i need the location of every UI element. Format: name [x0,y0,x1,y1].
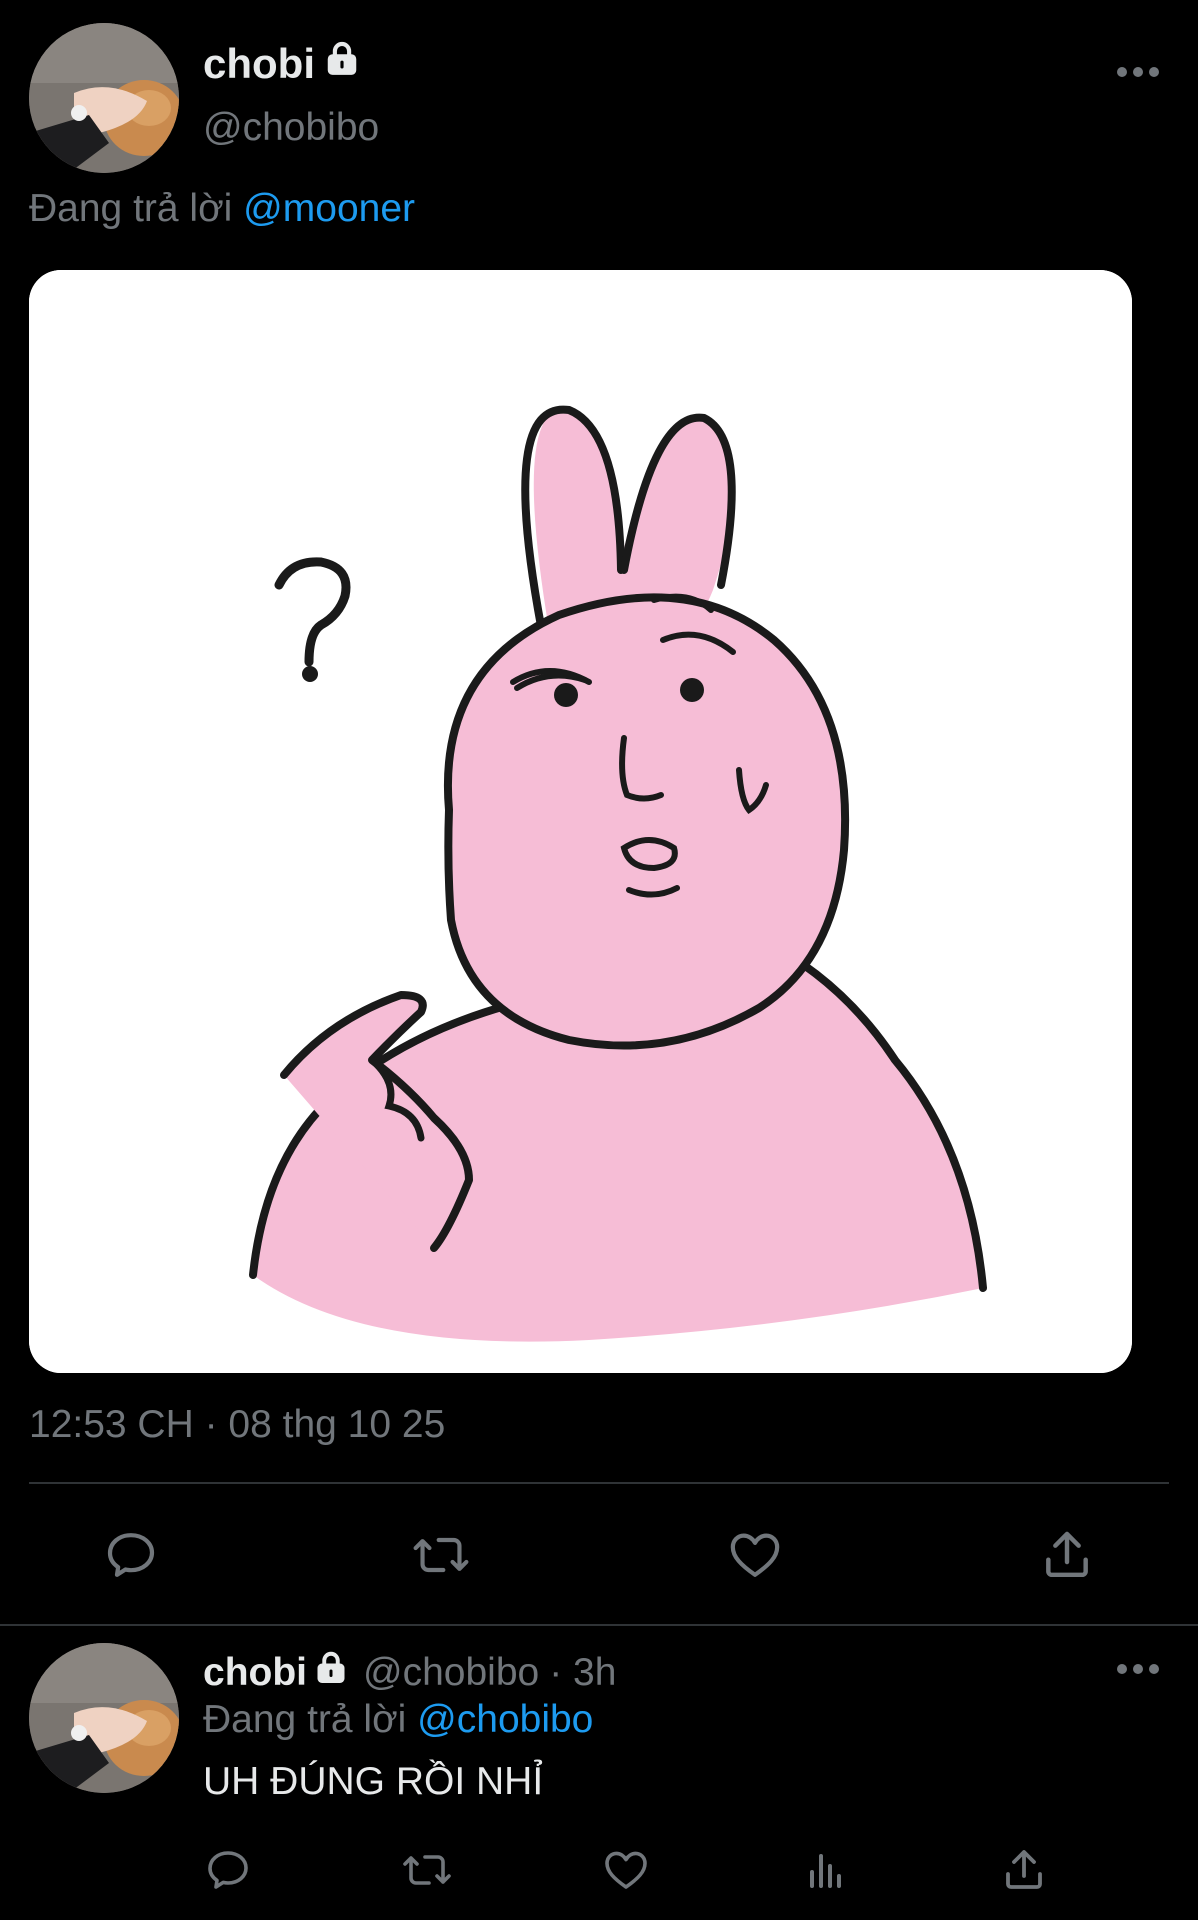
analytics-icon [810,1854,841,1888]
bunny-sticker-image [29,270,1132,1373]
replying-prefix: Đang trả lời [203,1698,407,1741]
like-icon [730,1533,780,1577]
like-button[interactable] [727,1527,783,1588]
reply-author-name[interactable]: chobi [203,1651,307,1695]
author-name[interactable]: chobi [203,40,361,88]
reply-tweet-reply-button[interactable] [204,1846,252,1899]
reply-tweet-text: UH ĐÚNG RỒI NHỈ [203,1760,544,1803]
replying-to-mention[interactable]: @chobibo [417,1698,593,1741]
tweet-media-image[interactable] [29,270,1132,1373]
reply-tweet-analytics-button[interactable] [802,1846,850,1899]
like-icon [605,1851,647,1889]
reply-replying-to-line: Đang trả lời @chobibo [203,1698,593,1742]
retweet-icon [403,1855,451,1885]
author-name-text: chobi [203,40,315,87]
share-icon [1006,1850,1042,1889]
reply-more-options-icon[interactable] [1116,1659,1160,1684]
reply-author-handle[interactable]: @chobibo [363,1651,539,1695]
avatar-image [29,1643,179,1793]
main-tweet-avatar[interactable] [29,23,179,173]
reply-tweet-avatar[interactable] [29,1643,179,1793]
share-icon [1046,1531,1088,1578]
reply-tweet-like-button[interactable] [602,1846,650,1899]
reply-icon [208,1851,248,1889]
lock-icon [313,1650,349,1696]
reply-button[interactable] [103,1527,159,1588]
retweet-icon [413,1537,469,1573]
reply-icon [107,1533,155,1577]
avatar-image [29,23,179,173]
tweet-timestamp[interactable]: 12:53 CH · 08 thg 10 25 [29,1403,445,1447]
replying-prefix: Đang trả lời [29,187,233,230]
replying-to-line: Đang trả lời @mooner [29,187,415,231]
share-button[interactable] [1039,1527,1095,1588]
reply-time-ago[interactable]: · 3h [549,1651,616,1695]
author-handle[interactable]: @chobibo [203,106,379,150]
reply-tweet-share-button[interactable] [1000,1846,1048,1899]
reply-tweet-retweet-button[interactable] [401,1846,453,1899]
retweet-button[interactable] [411,1527,471,1588]
more-options-icon[interactable] [1116,62,1160,87]
reply-author-line: chobi @chobibo · 3h [203,1650,616,1696]
lock-icon [323,40,361,88]
replying-to-mention[interactable]: @mooner [243,187,415,230]
tweet-divider [0,1624,1198,1626]
timestamp-divider [29,1482,1169,1484]
